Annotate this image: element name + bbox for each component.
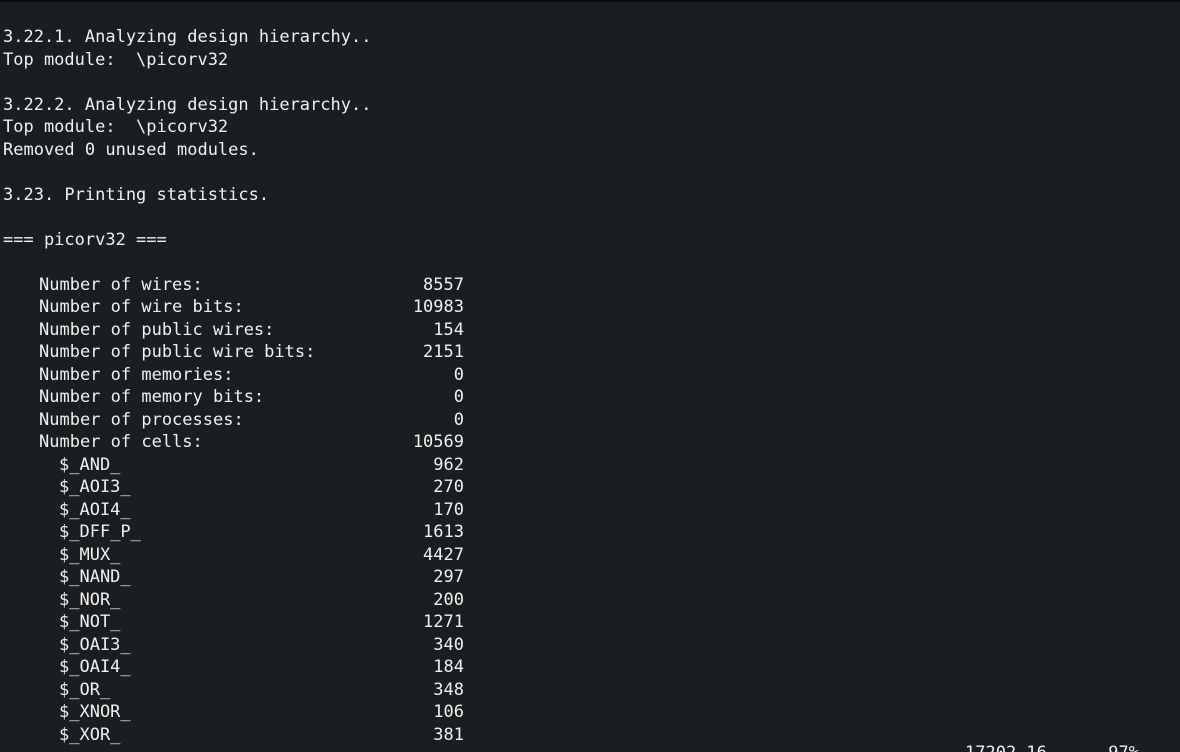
cell-type-label: $_NAND_ xyxy=(59,567,131,587)
stat-row: Number of processes: 0 xyxy=(3,409,464,432)
cell-type-label: $_AND_ xyxy=(59,454,121,475)
log-line: 3.22.1. Analyzing design hierarchy.. xyxy=(3,27,372,47)
log-line: Top module: \picorv32 xyxy=(3,117,229,137)
stat-label: Number of memory bits: xyxy=(39,387,265,407)
cell-count-value: 1271 xyxy=(423,612,464,632)
stat-label: Number of public wire bits: xyxy=(39,342,316,362)
cell-type-label: $_OR_ xyxy=(59,679,111,700)
stat-label: Number of processes: xyxy=(39,409,244,430)
cell-type-label: $_NOT_ xyxy=(59,612,121,632)
cell-count-value: 106 xyxy=(433,702,464,722)
cell-count-value: 348 xyxy=(433,679,464,700)
cell-count-value: 270 xyxy=(433,477,464,497)
cell-row: $_NOT_ 1271 xyxy=(3,611,464,634)
terminal-output: 3.22.1. Analyzing design hierarchy.. Top… xyxy=(3,26,464,746)
stat-value: 0 xyxy=(453,364,464,385)
cell-row: $_MUX_ 4427 xyxy=(3,544,464,567)
stat-row: Number of cells: 10569 xyxy=(3,431,464,454)
stat-label: Number of memories: xyxy=(39,364,234,385)
log-line: 3.23. Printing statistics. xyxy=(3,184,270,205)
cell-row: $_AOI4_ 170 xyxy=(3,499,464,522)
cell-type-label: $_MUX_ xyxy=(59,544,121,565)
cell-count-value: 962 xyxy=(433,454,464,475)
stat-value: 10983 xyxy=(412,297,464,317)
cell-count-value: 297 xyxy=(433,567,464,587)
terminal-window[interactable]: 3.22.1. Analyzing design hierarchy.. Top… xyxy=(0,0,1180,752)
stat-row: Number of public wire bits: 2151 xyxy=(3,341,464,364)
stat-row: Number of wires: 8557 xyxy=(3,274,464,297)
module-header: === picorv32 === xyxy=(3,229,167,250)
stats-table: Number of wires: 8557 Number of wire bits:… xyxy=(3,274,464,454)
stat-row: Number of memories: 0 xyxy=(3,364,464,387)
stat-value: 0 xyxy=(453,409,464,430)
cell-count-value: 340 xyxy=(433,634,464,655)
stat-label: Number of wires: xyxy=(39,274,203,295)
stat-row: Number of memory bits: 0 xyxy=(3,386,464,409)
stat-value: 2151 xyxy=(423,342,464,362)
stat-value: 0 xyxy=(453,387,464,407)
log-line: 3.22.2. Analyzing design hierarchy.. xyxy=(3,94,372,115)
stat-label: Number of public wires: xyxy=(39,319,275,340)
log-line: Top module: \picorv32 xyxy=(3,49,229,70)
stat-label: Number of wire bits: xyxy=(39,297,244,317)
stat-value: 10569 xyxy=(412,432,464,452)
cell-row: $_DFF_P_ 1613 xyxy=(3,521,464,544)
stat-value: 8557 xyxy=(423,274,464,295)
stat-value: 154 xyxy=(433,319,464,340)
cell-count-value: 184 xyxy=(433,657,464,677)
cell-row: $_XNOR_ 106 xyxy=(3,701,464,724)
stat-row: Number of public wires: 154 xyxy=(3,319,464,342)
cell-row: $_NAND_ 297 xyxy=(3,566,464,589)
stat-label: Number of cells: xyxy=(39,432,203,452)
cell-row: $_OR_ 348 xyxy=(3,679,464,702)
cell-type-label: $_XOR_ xyxy=(59,724,121,745)
cell-row: $_AOI3_ 270 xyxy=(3,476,464,499)
cell-type-label: $_OAI3_ xyxy=(59,634,131,655)
cell-type-label: $_XNOR_ xyxy=(59,702,131,722)
log-line: Removed 0 unused modules. xyxy=(3,139,259,160)
cell-row: $_NOR_ 200 xyxy=(3,589,464,612)
cell-count-value: 200 xyxy=(433,589,464,610)
cell-row: $_AND_ 962 xyxy=(3,454,464,477)
status-line-fragment: 17202,16 97% xyxy=(965,742,1139,752)
cell-type-label: $_AOI4_ xyxy=(59,499,131,520)
cell-count-value: 381 xyxy=(433,724,464,745)
cell-count-value: 170 xyxy=(433,499,464,520)
cell-row: $_XOR_ 381 xyxy=(3,724,464,747)
cell-type-label: $_NOR_ xyxy=(59,589,121,610)
cell-type-label: $_DFF_P_ xyxy=(59,522,141,542)
cell-row: $_OAI3_ 340 xyxy=(3,634,464,657)
stat-row: Number of wire bits: 10983 xyxy=(3,296,464,319)
cell-type-label: $_AOI3_ xyxy=(59,477,131,497)
cell-row: $_OAI4_ 184 xyxy=(3,656,464,679)
cells-table: $_AND_ 962 $_AOI3_ 270 $_AOI4_ 170 $_DFF_P_ 161… xyxy=(3,454,464,747)
cell-count-value: 4427 xyxy=(423,544,464,565)
cell-count-value: 1613 xyxy=(423,522,464,542)
cell-type-label: $_OAI4_ xyxy=(59,657,131,677)
